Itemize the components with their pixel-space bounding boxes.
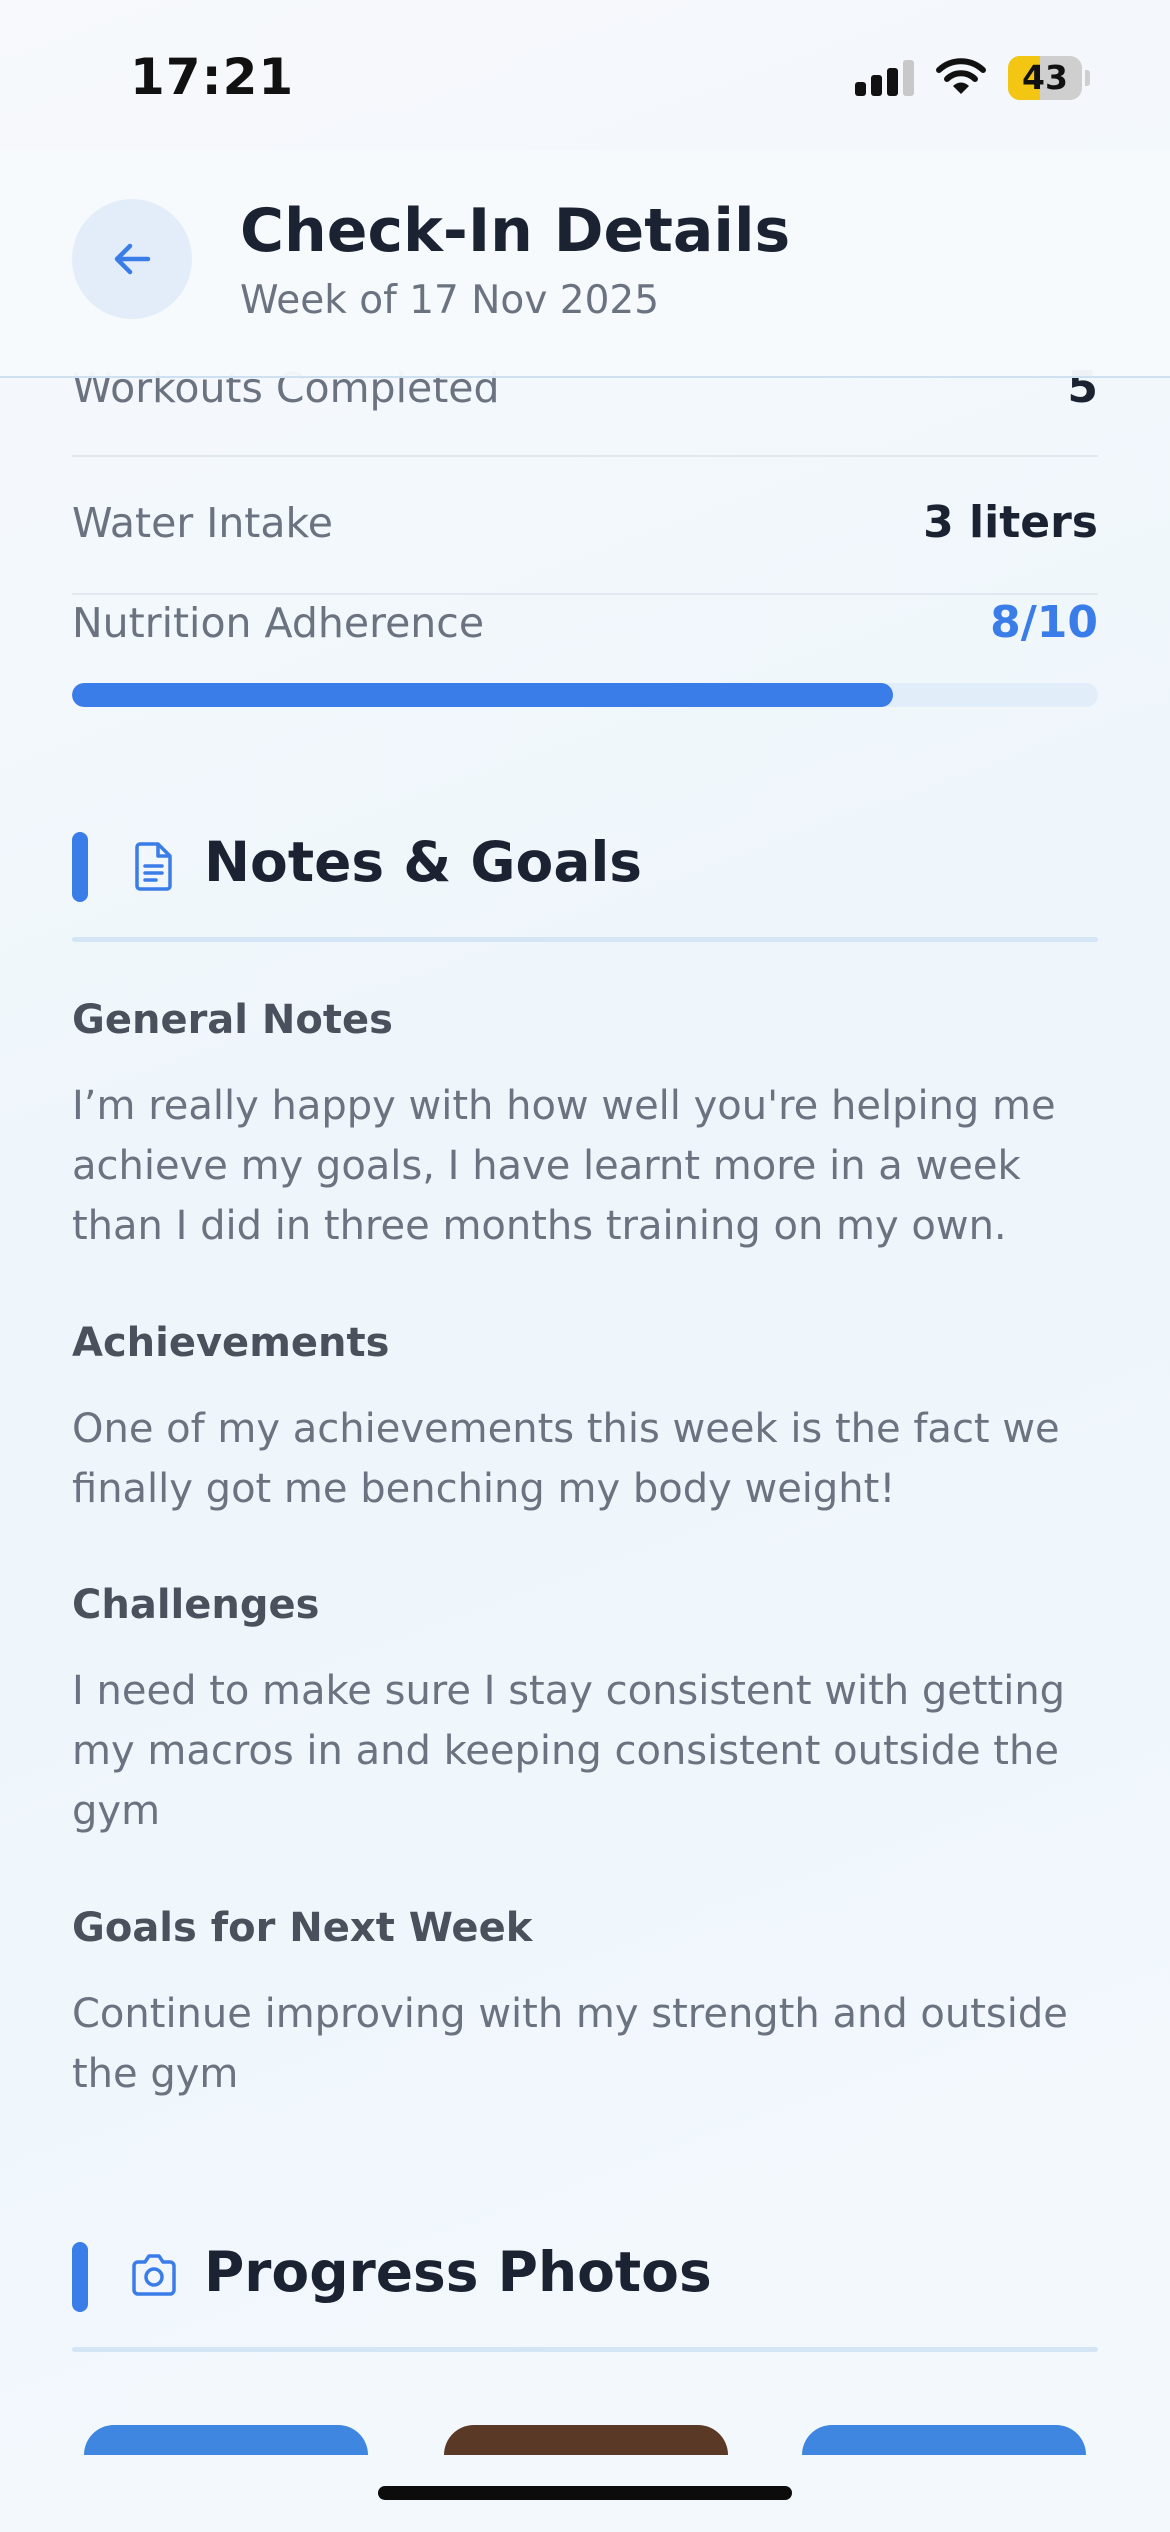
battery-icon: 43 [1008, 56, 1090, 100]
nutrition-progress-bar [72, 683, 1098, 707]
note-body-achievements: One of my achievements this week is the … [72, 1406, 1060, 1512]
home-indicator[interactable] [378, 2486, 792, 2500]
stat-value: 8/10 [990, 597, 1098, 648]
check-in-details-screen: 17:21 43 Check-In Details Week of 17 Nov… [0, 0, 1170, 2532]
divider [72, 593, 1098, 595]
wifi-icon [936, 58, 986, 94]
note-body-general: I’m really happy with how well you're he… [72, 1083, 1056, 1249]
cellular-signal-icon [855, 60, 915, 96]
stat-water-intake: Water Intake 3 liters [72, 497, 1098, 548]
page-title: Check-In Details [240, 196, 791, 266]
note-body-challenges: I need to make sure I stay consistent wi… [72, 1668, 1066, 1834]
progress-photos-section-header: Progress Photos [72, 2236, 1098, 2314]
note-heading-challenges: Challenges [72, 1582, 320, 1628]
progress-photo-thumbnail[interactable] [84, 2425, 368, 2455]
progress-photo-thumbnail[interactable] [444, 2425, 728, 2455]
progress-photo-thumbnail[interactable] [802, 2425, 1086, 2455]
note-heading-general: General Notes [72, 997, 393, 1043]
status-bar: 17:21 43 [0, 0, 1170, 150]
arrow-left-icon [114, 243, 151, 275]
nutrition-progress-fill [72, 683, 893, 707]
stat-value: 3 liters [923, 497, 1098, 548]
note-heading-achievements: Achievements [72, 1320, 390, 1366]
section-title: Notes & Goals [204, 830, 643, 894]
stat-label: Water Intake [72, 498, 334, 547]
back-button[interactable] [72, 199, 192, 319]
stat-label: Nutrition Adherence [72, 598, 485, 647]
note-heading-goals: Goals for Next Week [72, 1905, 533, 1951]
page-header: Check-In Details Week of 17 Nov 2025 [0, 150, 1170, 378]
section-divider [72, 2347, 1098, 2352]
camera-icon [132, 2254, 176, 2296]
section-divider [72, 937, 1098, 942]
note-body-goals: Continue improving with my strength and … [72, 1991, 1068, 2097]
section-accent-bar [72, 832, 88, 902]
stat-nutrition-adherence: Nutrition Adherence 8/10 [72, 597, 1098, 648]
page-subtitle: Week of 17 Nov 2025 [240, 278, 660, 323]
battery-level-text: 43 [1022, 58, 1068, 97]
divider [72, 455, 1098, 457]
section-title: Progress Photos [204, 2240, 712, 2304]
notes-goals-section-header: Notes & Goals [72, 826, 1098, 904]
document-icon [135, 842, 172, 891]
status-time: 17:21 [130, 48, 295, 106]
section-accent-bar [72, 2242, 88, 2312]
